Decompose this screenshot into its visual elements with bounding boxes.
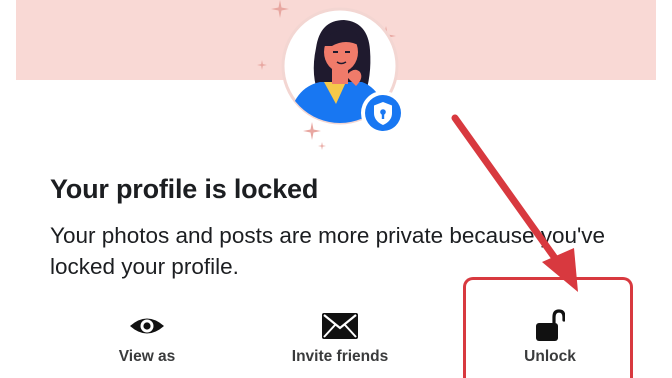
sparkle-icon (257, 60, 267, 70)
lock-description: Your photos and posts are more private b… (50, 223, 606, 279)
envelope-icon (322, 313, 358, 339)
sparkle-icon (318, 142, 326, 150)
view-as-button[interactable]: View as (92, 300, 202, 372)
eye-icon (130, 318, 164, 334)
shield-lock-icon (361, 91, 405, 135)
invite-friends-label: Invite friends (291, 348, 389, 365)
annotation-highlight-box (463, 277, 633, 378)
invite-friends-button[interactable]: Invite friends (270, 300, 410, 372)
page-title: Your profile is locked (50, 174, 319, 204)
view-as-label: View as (118, 348, 176, 365)
profile-locked-card: Your profile is locked Your photos and p… (0, 0, 672, 378)
